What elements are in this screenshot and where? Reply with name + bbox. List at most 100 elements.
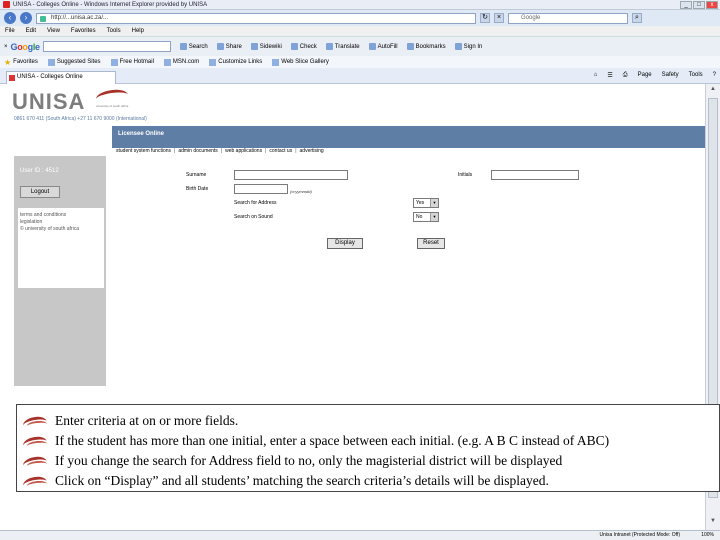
bookmark-icon [406,43,414,50]
page-icon [209,58,217,66]
scroll-down-icon[interactable]: ▼ [708,518,718,528]
status-bar: Unisa Intranet (Protected Mode: Off) 100… [0,530,720,540]
maximize-button[interactable]: □ [693,1,705,9]
page-icon [110,58,118,66]
google-bookmarks-button[interactable]: Bookmarks [406,43,446,50]
page-icon [163,58,171,66]
address-select[interactable]: Yes ▼ [413,198,439,208]
favorites-bar: ★ Favorites Suggested Sites Free Hotmail … [0,56,720,68]
page-title: Licensee Online [118,131,165,137]
close-toolbar-icon[interactable]: × [4,44,8,50]
google-autofill-button[interactable]: AutoFill [368,43,398,50]
display-button[interactable]: Display [327,238,363,249]
safety-menu[interactable]: Safety [662,72,679,79]
favorite-link[interactable]: Free Hotmail [110,58,154,66]
command-bar: ⌂ ☰ ⎙ Page Safety Tools ? [594,72,716,79]
surname-input[interactable] [234,170,348,180]
star-icon: ★ [4,57,12,67]
ie-icon [3,1,10,8]
address-input[interactable]: http://...unisa.ac.za/... [36,12,476,24]
stop-icon[interactable]: × [494,13,504,23]
sidebar-links: terms and conditions legislation © unive… [18,208,104,288]
menu-bar: File Edit View Favorites Tools Help [0,26,720,36]
swoosh-bullet-icon [23,415,49,427]
favorite-link[interactable]: MSN.com [163,58,199,66]
zoom-level[interactable]: 100% [701,531,714,540]
chevron-down-icon: ▼ [430,213,438,221]
google-search-button[interactable]: Search [179,43,208,50]
favorite-link[interactable]: Customize Links [209,58,262,66]
nav-web-applications[interactable]: web applications [225,148,262,154]
translate-icon [325,43,333,50]
terms-link[interactable]: terms and conditions [20,212,102,219]
copyright-text: © university of south africa [20,226,79,232]
google-sidewiki-button[interactable]: Sidewiki [250,43,282,50]
sound-label: Search on Sound [234,214,273,220]
title-bar: UNISA - Colleges Online - Windows Intern… [0,0,720,10]
sidebar: User ID : 4512 Logout terms and conditio… [14,156,106,386]
address-bar-row: ‹ › http://...unisa.ac.za/... ↻ × Google… [0,10,720,26]
instruction-item: Click on “Display” and all students’ mat… [23,471,719,491]
swoosh-bullet-icon [23,455,49,467]
scroll-up-icon[interactable]: ▲ [708,86,718,96]
forward-arrow-icon[interactable]: › [20,12,32,24]
google-share-button[interactable]: Share [216,43,242,50]
reset-button[interactable]: Reset [417,238,445,249]
google-signin-button[interactable]: Sign In [454,43,482,50]
tools-menu[interactable]: Tools [689,72,703,79]
tab-bar: UNISA - Colleges Online ⌂ ☰ ⎙ Page Safet… [0,68,720,84]
initials-label: Initials [458,172,473,178]
instruction-item: If you change the search for Address fie… [23,451,719,471]
google-translate-button[interactable]: Translate [325,43,360,50]
menu-favorites[interactable]: Favorites [71,28,96,34]
instruction-box: Enter criteria at on or more fields. If … [16,404,720,492]
browser-window: UNISA - Colleges Online - Windows Intern… [0,0,720,540]
birth-date-label: Birth Date [186,186,209,192]
search-icon[interactable]: ⌕ [632,13,642,23]
favorite-link[interactable]: Suggested Sites [47,58,101,66]
page-icon [272,58,280,66]
legislation-link[interactable]: legislation [20,219,102,226]
back-arrow-icon[interactable]: ‹ [4,12,16,24]
contact-phone: 0861 670 411 (South Africa) +27 11 670 9… [14,116,147,122]
instruction-item: If the student has more than one initial… [23,431,719,451]
home-icon[interactable]: ⌂ [594,72,598,79]
refresh-icon[interactable]: ↻ [480,13,490,23]
sound-select[interactable]: No ▼ [413,212,439,222]
instruction-item: Enter criteria at on or more fields. [23,411,719,431]
live-search-input[interactable]: Google [508,12,628,24]
birth-date-input[interactable] [234,184,288,194]
sidewiki-icon [250,43,258,50]
favorite-link[interactable]: Web Slice Gallery [272,58,329,66]
nav-student-system[interactable]: student system functions [116,148,171,154]
google-search-input[interactable] [42,41,171,52]
google-check-button[interactable]: Check [290,43,317,50]
menu-edit[interactable]: Edit [26,28,36,34]
logo-subtitle: university of south africa [96,104,129,108]
initials-input[interactable] [491,170,579,180]
logout-button[interactable]: Logout [20,186,60,198]
favorites-button[interactable]: ★ Favorites [4,58,38,67]
top-nav: student system functions | admin document… [116,148,324,154]
nav-admin-documents[interactable]: admin documents [178,148,217,154]
swoosh-bullet-icon [23,435,49,447]
menu-file[interactable]: File [5,28,15,34]
menu-tools[interactable]: Tools [107,28,121,34]
print-icon[interactable]: ⎙ [623,72,628,79]
user-id: User ID : 4512 [20,168,59,174]
swoosh-bullet-icon [23,475,49,487]
birth-date-hint: (ccyymmdd) [290,189,312,194]
page-menu[interactable]: Page [638,72,652,79]
chevron-down-icon: ▼ [430,199,438,207]
help-icon[interactable]: ? [713,72,716,79]
tab-unisa[interactable]: UNISA - Colleges Online [6,71,116,84]
nav-contact-us[interactable]: contact us [269,148,292,154]
menu-view[interactable]: View [47,28,60,34]
minimize-button[interactable]: _ [680,1,692,9]
nav-advertising[interactable]: advertising [300,148,324,154]
window-title: UNISA - Colleges Online - Windows Intern… [13,1,208,8]
feeds-icon[interactable]: ☰ [607,72,612,79]
menu-help[interactable]: Help [132,28,144,34]
close-button[interactable]: x [706,1,718,9]
google-toolbar: × Google Search Share Sidewiki Check Tra… [0,36,720,56]
